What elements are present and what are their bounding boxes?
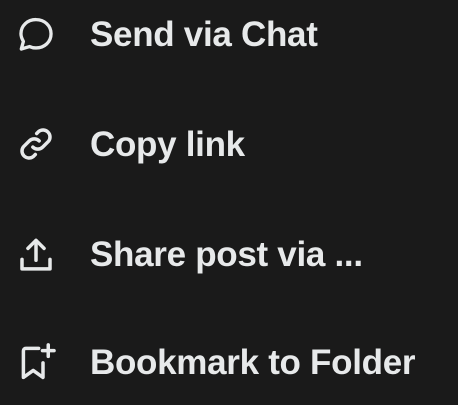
chat-bubble-icon <box>15 14 57 56</box>
menu-item-label: Bookmark to Folder <box>90 343 416 382</box>
link-icon <box>15 123 57 165</box>
bookmark-add-icon <box>15 341 57 383</box>
menu-item-bookmark-to-folder[interactable]: Bookmark to Folder <box>0 327 458 397</box>
menu-item-label: Copy link <box>90 125 245 164</box>
menu-item-label: Share post via ... <box>90 235 363 274</box>
menu-item-send-via-chat[interactable]: Send via Chat <box>0 0 458 70</box>
menu-item-share-post-via[interactable]: Share post via ... <box>0 219 458 289</box>
menu-item-label: Send via Chat <box>90 15 318 54</box>
menu-item-copy-link[interactable]: Copy link <box>0 109 458 179</box>
share-menu: Send via Chat Copy link Share post via .… <box>0 0 458 405</box>
share-upload-icon <box>15 234 57 276</box>
